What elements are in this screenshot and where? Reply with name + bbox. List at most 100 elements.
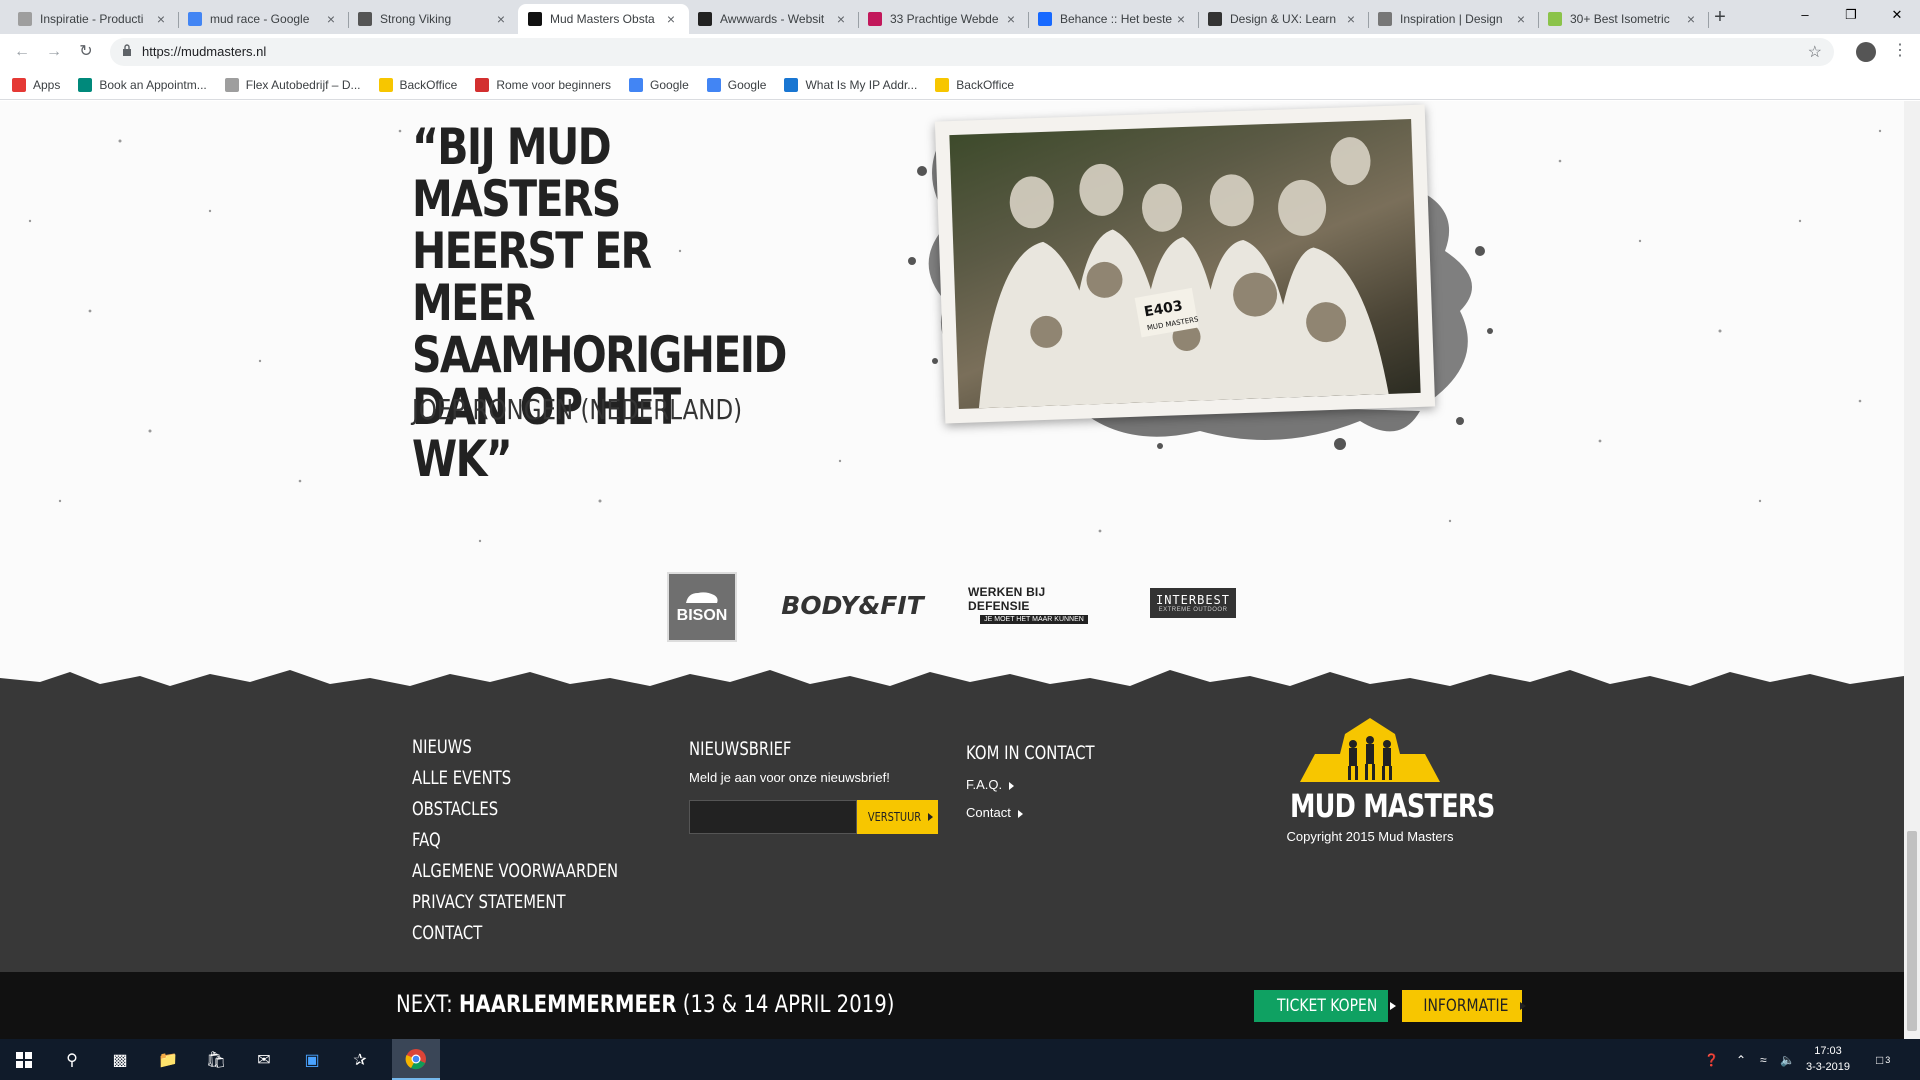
informatie-label: INFORMATIE [1423, 996, 1509, 1016]
profile-avatar[interactable] [1856, 42, 1876, 62]
browser-tab[interactable]: Mud Masters Obsta × [518, 4, 689, 34]
informatie-button[interactable]: INFORMATIE [1402, 990, 1526, 1022]
sponsor-defensie-logo[interactable]: WERKEN BIJ DEFENSIE JE MOET HET MAAR KUN… [968, 585, 1100, 624]
bookmark-item[interactable]: BackOffice [378, 77, 457, 92]
volume-icon[interactable]: 🔈 [1780, 1039, 1795, 1080]
address-bar[interactable]: https://mudmasters.nl ☆ [110, 38, 1834, 66]
minimize-icon[interactable]: – [1782, 0, 1828, 30]
forward-arrow-icon[interactable]: → [42, 40, 66, 64]
mud-masters-logo[interactable]: MUD MASTERS Copyright 2015 Mud Masters [1270, 714, 1495, 844]
search-icon[interactable]: ⚲ [48, 1039, 96, 1080]
bookmark-item[interactable]: What Is My IP Addr... [784, 77, 917, 92]
close-window-icon[interactable]: ✕ [1874, 0, 1920, 30]
task-view-icon[interactable]: ▩ [96, 1039, 144, 1080]
footer-link-faq[interactable]: FAQ [412, 825, 618, 856]
triangle-right-icon [1017, 809, 1023, 818]
browser-tab[interactable]: mud race - Google × [178, 4, 349, 34]
bookmark-item[interactable]: Apps [12, 77, 60, 92]
url-text: https://mudmasters.nl [142, 44, 267, 59]
tab-close-icon[interactable]: × [833, 11, 849, 27]
page-scrollbar[interactable] [1904, 101, 1920, 1039]
windows-start-icon[interactable] [0, 1039, 48, 1080]
footer-link-privacy-statement[interactable]: PRIVACY STATEMENT [412, 887, 618, 918]
tab-title: Inspiration | Design [1400, 12, 1503, 26]
ticket-kopen-button[interactable]: TICKET KOPEN [1254, 990, 1397, 1022]
newsletter-section: NIEUWSBRIEF Meld je aan voor onze nieuws… [689, 738, 939, 834]
tab-title: Inspiratie - Producti [40, 12, 144, 26]
tab-close-icon[interactable]: × [153, 11, 169, 27]
bookmark-label: Google [727, 77, 767, 92]
contact-link-contact[interactable]: Contact [966, 805, 1131, 820]
help-icon[interactable]: ❓ [1704, 1039, 1719, 1080]
newsletter-submit-label: VERSTUUR [867, 810, 921, 824]
file-explorer-icon[interactable]: 📁 [144, 1039, 192, 1080]
browser-tab[interactable]: Behance :: Het beste × [1028, 4, 1199, 34]
bookmark-favicon-icon [224, 77, 239, 92]
mail-icon[interactable]: ✉ [240, 1039, 288, 1080]
tab-close-icon[interactable]: × [663, 11, 679, 27]
browser-menu-icon[interactable]: ⋮ [1892, 40, 1908, 60]
browser-tab[interactable]: Strong Viking × [348, 4, 519, 34]
footer-link-nieuws[interactable]: NIEUWS [412, 732, 618, 763]
browser-tab[interactable]: Inspiration | Design × [1368, 4, 1539, 34]
bookmarks-bar: Apps Book an Appointm... Flex Autobedrijf … [0, 70, 1920, 100]
bookmark-item[interactable]: Google [629, 77, 689, 92]
chevron-up-icon[interactable]: ⌃ [1736, 1039, 1746, 1080]
tab-title: mud race - Google [210, 12, 310, 26]
tab-favicon-icon [1378, 12, 1392, 26]
tab-close-icon[interactable]: × [1343, 11, 1359, 27]
footer-link-contact[interactable]: CONTACT [412, 918, 618, 949]
new-tab-button[interactable]: + [1708, 6, 1732, 30]
tab-close-icon[interactable]: × [1513, 11, 1529, 27]
next-event-text: NEXT: HAARLEMMERMEER (13 & 14 APRIL 2019… [396, 990, 894, 1018]
browser-tab[interactable]: 30+ Best Isometric × [1538, 4, 1709, 34]
bookmark-item[interactable]: BackOffice [935, 77, 1014, 92]
footer-link-algemene-voorwaarden[interactable]: ALGEMENE VOORWAARDEN [412, 856, 618, 887]
bookmark-star-icon[interactable]: ☆ [1808, 42, 1822, 62]
contact-link-faq[interactable]: F.A.Q. [966, 777, 1131, 792]
tab-favicon-icon [698, 12, 712, 26]
sponsor-bodyfit-logo[interactable]: BODY&FIT [781, 590, 923, 620]
tab-title: 33 Prachtige Webde [890, 12, 999, 26]
bookmark-label: Flex Autobedrijf – D... [245, 77, 361, 92]
back-arrow-icon[interactable]: ← [10, 40, 34, 64]
windows-taskbar: ⚲ ▩ 📁 🛍 ✉ ▣ ✰ ❓ ⌃ ≈ 🔈 17:03 3-3-2019 □ 3 [0, 1039, 1920, 1080]
next-event-prefix: NEXT: [396, 990, 453, 1018]
sponsor-bison-logo[interactable]: BISON [667, 572, 737, 642]
tab-close-icon[interactable]: × [323, 11, 339, 27]
newsletter-form: VERSTUUR [689, 800, 939, 834]
newsletter-email-input[interactable] [689, 800, 857, 834]
tab-close-icon[interactable]: × [493, 11, 509, 27]
bookmark-item[interactable]: Book an Appointm... [78, 77, 207, 92]
wifi-icon[interactable]: ≈ [1760, 1039, 1767, 1080]
browser-tab[interactable]: Inspiratie - Producti × [8, 4, 179, 34]
footer-link-alle-events[interactable]: ALLE EVENTS [412, 763, 618, 794]
taskbar-clock[interactable]: 17:03 3-3-2019 [1800, 1043, 1856, 1075]
bookmark-item[interactable]: Google [706, 77, 767, 92]
tab-close-icon[interactable]: × [1173, 11, 1189, 27]
browser-tab[interactable]: 33 Prachtige Webde × [858, 4, 1029, 34]
sponsor-interbest-logo[interactable]: INTERBEST EXTREME OUTDOOR [1150, 588, 1236, 618]
footer-link-obstacles[interactable]: OBSTACLES [412, 794, 618, 825]
notifications-icon[interactable]: □ 3 [1876, 1039, 1890, 1080]
reload-icon[interactable]: ↻ [74, 40, 98, 64]
tab-close-icon[interactable]: × [1683, 11, 1699, 27]
scrollbar-thumb[interactable] [1907, 831, 1917, 1031]
maximize-icon[interactable]: ❐ [1828, 0, 1874, 30]
browser-tab[interactable]: Design & UX: Learn × [1198, 4, 1369, 34]
browser-tab[interactable]: Awwwards - Websit × [688, 4, 859, 34]
chrome-taskbar-icon[interactable] [392, 1039, 440, 1080]
tab-close-icon[interactable]: × [1003, 11, 1019, 27]
store-icon[interactable]: 🛍 [192, 1039, 240, 1080]
paint-app-icon[interactable]: ✰ [336, 1039, 384, 1080]
bookmark-item[interactable]: Rome voor beginners [475, 77, 611, 92]
mud-masters-emblem-icon [1300, 718, 1440, 782]
bookmark-favicon-icon [706, 77, 721, 92]
clock-date: 3-3-2019 [1805, 1061, 1851, 1073]
outlook-icon[interactable]: ▣ [288, 1039, 336, 1080]
bookmark-item[interactable]: Flex Autobedrijf – D... [224, 77, 361, 92]
newsletter-submit-button[interactable]: VERSTUUR [857, 800, 938, 834]
bison-icon [686, 592, 718, 603]
logo-wordmark: MUD MASTERS [1290, 787, 1495, 825]
testimonial-photo-frame: E403 MUD MASTERS [934, 104, 1436, 424]
